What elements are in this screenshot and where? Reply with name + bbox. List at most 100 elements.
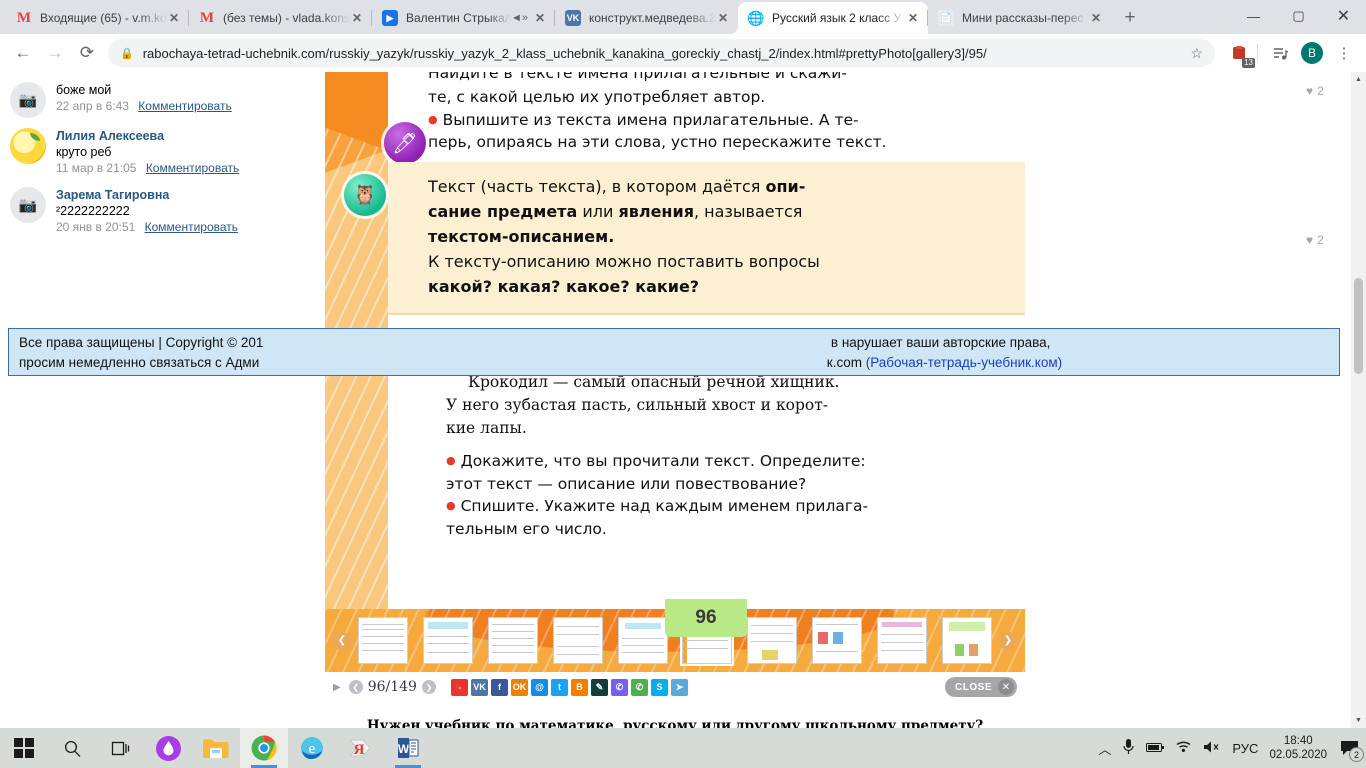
browser-tab-2[interactable]: M (без темы) - vlada.kons ✕ bbox=[188, 2, 372, 34]
back-button[interactable]: ← bbox=[8, 38, 38, 68]
heart-icon: ♥ bbox=[1306, 233, 1314, 247]
rule-line-4: К тексту-описанию можно поставить вопрос… bbox=[428, 251, 820, 271]
forward-button[interactable]: → bbox=[40, 38, 70, 68]
tab-audio-icon[interactable]: ◄» bbox=[511, 12, 528, 24]
page-thumbnail[interactable] bbox=[422, 617, 473, 664]
lemon-avatar bbox=[10, 128, 46, 164]
browser-tab-5-active[interactable]: 🌐 Русский язык 2 класс У ✕ bbox=[730, 2, 928, 34]
scroll-up-arrow[interactable]: ▲ bbox=[1351, 72, 1366, 87]
slideshow-play-icon[interactable]: ▶ bbox=[333, 682, 341, 693]
task-view-icon[interactable] bbox=[96, 728, 144, 768]
tab-close-icon[interactable]: ✕ bbox=[533, 11, 547, 25]
chrome-menu-icon[interactable]: ⋮ bbox=[1330, 39, 1358, 67]
comment-reply-link[interactable]: Комментировать bbox=[146, 161, 239, 175]
clock[interactable]: 18:40 02.05.2020 bbox=[1269, 734, 1327, 762]
file-explorer-icon[interactable] bbox=[192, 728, 240, 768]
prettyphoto-lightbox: Найдите в тексте имена прилагательные и … bbox=[325, 72, 1025, 728]
tab-close-icon[interactable]: ✕ bbox=[1089, 11, 1103, 25]
vk-share-icon[interactable]: VK bbox=[470, 678, 488, 696]
search-icon[interactable] bbox=[48, 728, 96, 768]
promo-text: Нужен учебник по математике, русскому ил… bbox=[325, 702, 1025, 728]
bookmark-star-icon[interactable]: ☆ bbox=[1180, 45, 1203, 62]
comment-reply-link[interactable]: Комментировать bbox=[138, 99, 231, 113]
page-thumbnail[interactable] bbox=[358, 617, 408, 664]
comment-item[interactable]: 📷 Зарема Тагировна ²2222222222 20 янв в … bbox=[0, 181, 325, 240]
address-bar[interactable]: 🔒 rabochaya-tetrad-uchebnik.com/russkiy_… bbox=[108, 39, 1215, 67]
profile-avatar[interactable]: B bbox=[1298, 39, 1326, 67]
tab-title: конструкт.медведева.2 bbox=[589, 11, 716, 25]
comment-time: 22 апр в 6:43 bbox=[56, 99, 129, 113]
alice-assistant-icon[interactable] bbox=[144, 728, 192, 768]
word-icon[interactable]: W bbox=[384, 728, 432, 768]
chrome-icon[interactable] bbox=[240, 728, 288, 768]
page-thumbnail[interactable] bbox=[617, 617, 668, 664]
lightbox-close-button[interactable]: CLOSE ✕ bbox=[945, 677, 1017, 697]
tab-close-icon[interactable]: ✕ bbox=[350, 11, 364, 25]
word-doc-icon: 📄 bbox=[938, 10, 954, 26]
start-button[interactable] bbox=[0, 728, 48, 768]
twitter-share-icon[interactable]: t bbox=[550, 678, 568, 696]
maximize-button[interactable]: ▢ bbox=[1276, 0, 1321, 32]
tab-title: Мини рассказы-перес bbox=[962, 11, 1084, 25]
internet-explorer-icon[interactable]: e bbox=[288, 728, 336, 768]
yandex-browser-icon[interactable]: Я bbox=[336, 728, 384, 768]
media-list-icon[interactable] bbox=[1266, 39, 1294, 67]
filmstrip-prev-button[interactable]: ❮ bbox=[333, 631, 351, 650]
whatsapp-share-icon[interactable]: ✆ bbox=[630, 678, 648, 696]
comment-reply-link[interactable]: Комментировать bbox=[145, 220, 238, 234]
window-controls: — ▢ ✕ bbox=[1231, 0, 1366, 32]
owl-icon: 🦉 bbox=[344, 173, 386, 216]
volume-muted-icon[interactable] bbox=[1203, 740, 1221, 757]
page-thumbnail[interactable] bbox=[747, 617, 798, 664]
facebook-share-icon[interactable]: f bbox=[490, 678, 508, 696]
browser-tab-6[interactable]: 📄 Мини рассказы-перес ✕ bbox=[927, 2, 1111, 34]
tab-close-icon[interactable]: ✕ bbox=[167, 11, 181, 25]
comment-item[interactable]: Лилия Алексеева круто реб 11 мар в 21:05… bbox=[0, 122, 325, 181]
odnoklassniki-share-icon[interactable]: OK bbox=[510, 678, 528, 696]
page-thumbnail[interactable] bbox=[552, 617, 603, 664]
reload-button[interactable]: ⟳ bbox=[72, 38, 102, 68]
wifi-icon[interactable] bbox=[1176, 740, 1192, 756]
system-tray: ︿ РУС 18:40 02.05.2020 2 bbox=[1098, 728, 1366, 768]
tab-close-icon[interactable]: ✕ bbox=[716, 11, 730, 25]
close-window-button[interactable]: ✕ bbox=[1321, 0, 1366, 32]
evernote-share-icon[interactable]: ✎ bbox=[590, 678, 608, 696]
battery-icon[interactable] bbox=[1146, 741, 1165, 756]
show-hidden-icons-chevron[interactable]: ︿ bbox=[1098, 739, 1111, 758]
microphone-icon[interactable] bbox=[1122, 738, 1135, 758]
promo-line: Нужен учебник по математике, русскому ил… bbox=[366, 718, 984, 728]
browser-tab-3[interactable]: ▶ Валентин Стрыкал ◄» ✕ bbox=[371, 2, 555, 34]
filmstrip-next-button[interactable]: ❯ bbox=[999, 631, 1017, 650]
page-scrollbar[interactable]: ▲ ▼ bbox=[1351, 72, 1366, 728]
skype-share-icon[interactable]: S bbox=[650, 678, 668, 696]
share-buttons: 🔖 VK f OK @ t B ✎ ✆ ✆ S ➤ bbox=[450, 678, 688, 696]
notification-center-icon[interactable]: 2 bbox=[1338, 737, 1364, 762]
svg-text:W: W bbox=[398, 742, 410, 756]
browser-tab-4[interactable]: VK конструкт.медведева.2 ✕ bbox=[554, 2, 738, 34]
copyright-banner: Все права защищены | Copyright © 201 в н… bbox=[8, 328, 1340, 376]
new-tab-button[interactable]: + bbox=[1117, 7, 1143, 29]
scrollbar-thumb[interactable] bbox=[1354, 278, 1363, 374]
browser-tab-1[interactable]: M Входящие (65) - v.m.ko ✕ bbox=[6, 2, 189, 34]
toolbar-divider bbox=[1257, 44, 1258, 62]
minimize-button[interactable]: — bbox=[1231, 0, 1276, 32]
page-thumbnail[interactable] bbox=[877, 617, 927, 664]
lightbox-prev-button[interactable]: ❮ bbox=[348, 680, 363, 694]
page-thumbnail[interactable] bbox=[487, 617, 538, 664]
telegram-share-icon[interactable]: ➤ bbox=[670, 678, 688, 696]
lightbox-next-button[interactable]: ❯ bbox=[421, 680, 436, 694]
clipped-previous-line: Найдите в тексте имена прилагательные и … bbox=[428, 72, 847, 82]
language-indicator[interactable]: РУС bbox=[1232, 741, 1258, 756]
page-thumbnail[interactable] bbox=[941, 617, 992, 664]
tab-close-icon[interactable]: ✕ bbox=[906, 11, 920, 25]
scroll-down-arrow[interactable]: ▼ bbox=[1351, 713, 1366, 728]
comment-author[interactable]: Зарема Тагировна bbox=[56, 187, 315, 203]
comment-item[interactable]: 📷 боже мой 22 апр в 6:43 Комментировать bbox=[0, 76, 325, 122]
page-thumbnail[interactable] bbox=[812, 617, 863, 664]
extension-icon[interactable]: 13 bbox=[1225, 39, 1255, 68]
comment-author[interactable]: Лилия Алексеева bbox=[56, 128, 315, 144]
blogger-share-icon[interactable]: B bbox=[570, 678, 588, 696]
bookmark-share-icon[interactable]: 🔖 bbox=[450, 678, 468, 696]
viber-share-icon[interactable]: ✆ bbox=[610, 678, 628, 696]
mailru-share-icon[interactable]: @ bbox=[530, 678, 548, 696]
